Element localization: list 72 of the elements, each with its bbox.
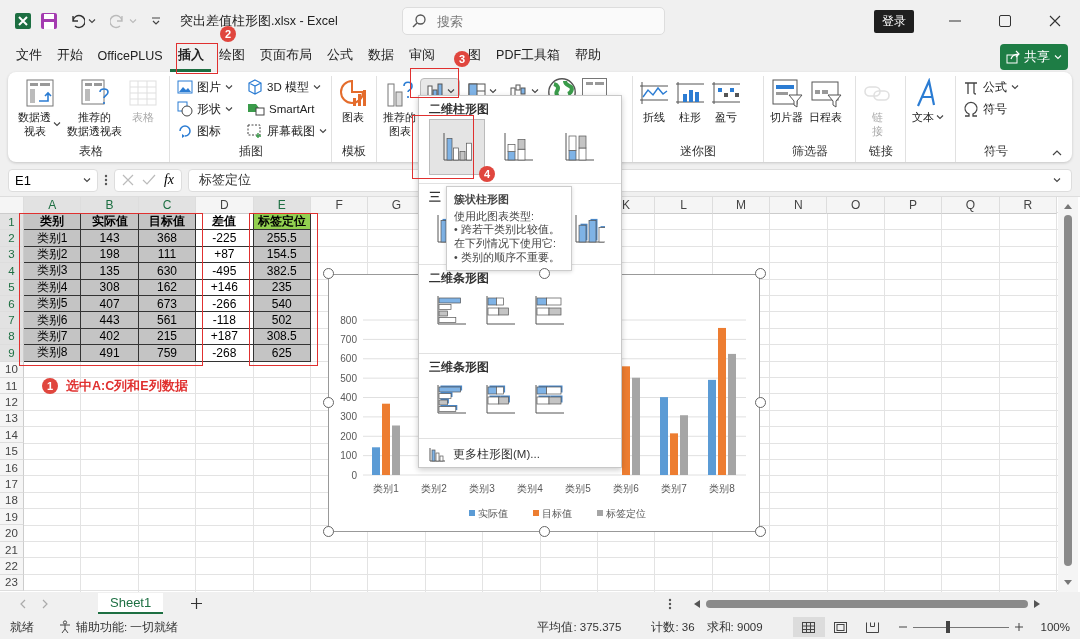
category-label: 类别8 bbox=[709, 483, 735, 494]
tooltip-text: 在下列情况下使用它: bbox=[454, 236, 557, 251]
category-label: 类别3 bbox=[469, 483, 495, 494]
tooltip-text: • 跨若干类别比较值。 bbox=[454, 223, 561, 237]
step-badge: 2 bbox=[220, 26, 236, 42]
status-text: 求和: 9009 bbox=[706, 619, 763, 635]
category-label: 类别2 bbox=[421, 483, 447, 494]
table-cell: +146 bbox=[196, 279, 254, 296]
axis-label: 400 bbox=[340, 392, 357, 403]
table-cell: -268 bbox=[196, 345, 254, 362]
axis-label: 300 bbox=[340, 411, 357, 423]
group-label: 迷你图 bbox=[680, 145, 716, 157]
group-label: 筛选器 bbox=[791, 145, 828, 157]
axis-label: 100 bbox=[340, 450, 357, 462]
table-cell: -118 bbox=[196, 312, 254, 329]
table-cell: 类别3 bbox=[24, 263, 82, 280]
axis-label: 700 bbox=[340, 333, 357, 345]
table-cell: 561 bbox=[138, 312, 197, 329]
table-cell: 实际值 bbox=[81, 214, 139, 231]
table-cell: 目标值 bbox=[138, 214, 197, 231]
category-label: 类别1 bbox=[373, 483, 399, 494]
section-title: 二维条形图 bbox=[429, 271, 489, 285]
table-cell: 255.5 bbox=[253, 230, 311, 247]
annotation-note: 选中A:C列和E列数据 bbox=[66, 378, 188, 395]
table-cell: 502 bbox=[253, 312, 311, 329]
legend-label: 目标值 bbox=[542, 507, 572, 519]
table-cell: 标签定位 bbox=[253, 214, 311, 231]
table-cell: 382.5 bbox=[253, 263, 311, 280]
group-label: 模板 bbox=[342, 145, 366, 157]
group-label: 链接 bbox=[868, 145, 893, 157]
legend-label: 实际值 bbox=[478, 507, 508, 519]
status-text: 计数: 36 bbox=[651, 619, 695, 635]
table-cell: 368 bbox=[138, 230, 197, 247]
table-cell: +187 bbox=[196, 328, 254, 346]
table-cell: 类别1 bbox=[24, 230, 82, 247]
category-label: 类别7 bbox=[661, 483, 687, 494]
status-text: 平均值: 375.375 bbox=[537, 619, 622, 635]
table-cell: 类别6 bbox=[24, 312, 82, 329]
category-label: 类别5 bbox=[565, 483, 591, 494]
status-text: 辅助功能: 一切就绪 bbox=[76, 619, 179, 635]
axis-label: 200 bbox=[340, 430, 357, 442]
section-title: 三 bbox=[429, 190, 441, 204]
tooltip-title: 簇状柱形图 bbox=[454, 193, 510, 207]
table-cell: 443 bbox=[81, 312, 139, 329]
status-text: 就绪 bbox=[10, 619, 34, 635]
table-cell: 630 bbox=[138, 263, 197, 280]
group-label: 表格 bbox=[78, 145, 103, 157]
table-cell: 135 bbox=[81, 263, 139, 280]
group-label: 符号 bbox=[984, 145, 1008, 157]
table-cell: 759 bbox=[138, 345, 197, 362]
table-cell: +87 bbox=[196, 246, 254, 264]
tooltip-text: • 类别的顺序不重要。 bbox=[454, 250, 561, 265]
table-cell: 差值 bbox=[196, 214, 254, 231]
axis-label: 600 bbox=[340, 353, 357, 365]
table-cell: 类别8 bbox=[24, 345, 82, 362]
table-cell: -225 bbox=[196, 230, 254, 247]
legend-label: 标签定位 bbox=[606, 507, 646, 519]
section-title: 三维条形图 bbox=[429, 360, 489, 374]
axis-label: 0 bbox=[351, 469, 357, 481]
axis-label: 500 bbox=[340, 372, 357, 384]
table-cell: 625 bbox=[253, 345, 311, 362]
table-cell: 491 bbox=[81, 345, 139, 362]
table-cell: -266 bbox=[196, 295, 254, 313]
group-label: 插图 bbox=[238, 145, 263, 157]
table-cell: 类别 bbox=[24, 214, 82, 231]
category-label: 类别4 bbox=[517, 483, 543, 494]
tooltip-text: 使用此图表类型: bbox=[454, 209, 535, 224]
axis-label: 800 bbox=[340, 314, 357, 326]
table-cell: 143 bbox=[81, 230, 139, 247]
table-cell: -495 bbox=[196, 263, 254, 280]
section-title: 二维柱形图 bbox=[429, 102, 489, 116]
category-label: 类别6 bbox=[613, 483, 639, 494]
